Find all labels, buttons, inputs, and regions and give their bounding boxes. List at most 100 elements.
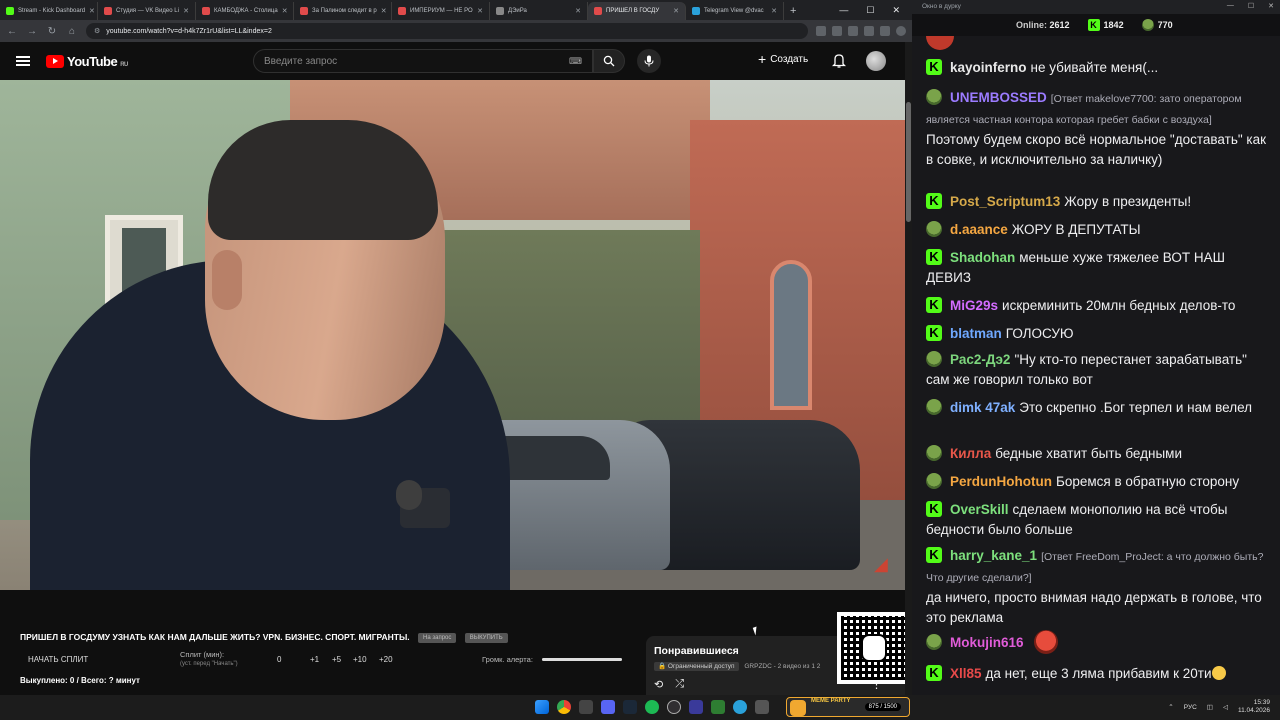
loop-playlist-icon[interactable]: ⟲: [654, 678, 663, 691]
back-icon[interactable]: ←: [6, 26, 18, 37]
maximize-icon[interactable]: ☐: [1248, 2, 1254, 10]
maximize-icon[interactable]: ☐: [866, 5, 874, 16]
discord-icon[interactable]: [601, 700, 615, 714]
kick-viewers-stat: K 1842: [1087, 19, 1124, 31]
site-info-icon[interactable]: ⚙: [94, 27, 100, 35]
url-field[interactable]: ⚙ youtube.com/watch?v=d-h4k7Zr1rU&list=L…: [86, 23, 808, 39]
steam-icon[interactable]: [623, 700, 637, 714]
extension-icon[interactable]: [848, 26, 858, 36]
tab-close-icon[interactable]: ✕: [183, 7, 189, 15]
language-indicator[interactable]: РУС: [1184, 704, 1197, 711]
chat-window-titlebar: Окно в дурку — ☐ ✕: [912, 0, 1280, 14]
chat-message: blatmanГОЛОСУЮ: [926, 324, 1266, 344]
browser-tab[interactable]: За Палином следит в р ✕: [294, 2, 392, 20]
browser-tab[interactable]: Студия — VK Видео Li ✕: [98, 2, 196, 20]
minimize-icon[interactable]: —: [839, 5, 848, 15]
shuffle-icon[interactable]: ⤮: [675, 678, 684, 691]
tab-close-icon[interactable]: ✕: [575, 7, 581, 15]
search-button[interactable]: [593, 49, 625, 73]
account-avatar[interactable]: [866, 51, 886, 71]
video-title: ПРИШЕЛ В ГОСДУМУ УЗНАТЬ КАК НАМ ДАЛЬШЕ Ж…: [20, 632, 508, 643]
browser-tab[interactable]: ДЭиРа ✕: [490, 2, 588, 20]
request-chip[interactable]: На запрос: [418, 632, 457, 643]
minimize-icon[interactable]: —: [1227, 2, 1234, 10]
chat-username[interactable]: UNEMBOSSED: [950, 90, 1047, 105]
close-window-icon[interactable]: ✕: [1268, 2, 1274, 10]
chat-username[interactable]: dimk 47ak: [950, 400, 1015, 415]
network-icon[interactable]: ◫: [1207, 703, 1213, 711]
meme-party-widget[interactable]: MEME PARTY 875 / 1500: [786, 697, 910, 717]
chat-username[interactable]: kayoinferno: [950, 60, 1027, 75]
app-icon[interactable]: [689, 700, 703, 714]
notifications-bell-icon[interactable]: [832, 53, 846, 68]
page-scrollbar[interactable]: [905, 42, 912, 695]
new-tab-button[interactable]: +: [784, 2, 802, 20]
channel-watermark-icon: ◢: [874, 554, 888, 574]
split-add-20-button[interactable]: +20: [379, 655, 393, 664]
chat-message: harry_kane_1[Ответ FreeDom_ProJect: а чт…: [926, 546, 1266, 628]
browser-tab[interactable]: Stream - Kick Dashboard ✕: [0, 2, 98, 20]
chat-username[interactable]: harry_kane_1: [950, 548, 1037, 563]
close-window-icon[interactable]: ✕: [892, 5, 900, 16]
app-icon[interactable]: [755, 700, 769, 714]
tab-close-icon[interactable]: ✕: [771, 7, 777, 15]
app-icon[interactable]: [711, 700, 725, 714]
home-icon[interactable]: ⌂: [66, 26, 78, 37]
chat-username[interactable]: PerdunHohotun: [950, 474, 1052, 489]
start-icon[interactable]: [535, 700, 549, 714]
menu-icon[interactable]: [16, 56, 30, 66]
obs-icon[interactable]: [667, 700, 681, 714]
youtube-logo[interactable]: YouTube RU: [46, 54, 128, 69]
clock[interactable]: 15:39 11.04.2026: [1238, 699, 1270, 715]
split-add-1-button[interactable]: +1: [310, 655, 319, 664]
playlist-title[interactable]: Понравившиеся: [654, 645, 739, 657]
search-input[interactable]: Введите запрос ⌨: [253, 49, 593, 73]
reload-icon[interactable]: ↻: [46, 26, 58, 37]
browser-tab[interactable]: КАМБОДЖА - Столица ✕: [196, 2, 294, 20]
browser-tab[interactable]: ПРИШЕЛ В ГОСДУ ✕: [588, 2, 686, 20]
split-add-5-button[interactable]: +5: [332, 655, 341, 664]
chat-feed[interactable]: kayoinfernoне убивайте меня(... UNEMBOSSE…: [912, 36, 1280, 695]
keyboard-icon[interactable]: ⌨: [569, 56, 582, 67]
scroll-thumb[interactable]: [906, 102, 911, 222]
create-button[interactable]: + Создать: [758, 51, 808, 67]
tab-close-icon[interactable]: ✕: [673, 7, 679, 15]
chat-username[interactable]: Килла: [950, 446, 991, 461]
buy-chip[interactable]: ВЫКУПИТЬ: [464, 632, 508, 643]
profile-icon[interactable]: [896, 26, 906, 36]
start-split-button[interactable]: НАЧАТЬ СПЛИТ: [28, 655, 88, 664]
spotify-icon[interactable]: [645, 700, 659, 714]
forward-icon[interactable]: →: [26, 26, 38, 37]
chat-username[interactable]: Shadohan: [950, 250, 1015, 265]
extension-icon[interactable]: [832, 26, 842, 36]
emote-icon: [926, 36, 954, 50]
tray-icon[interactable]: ⌃: [1168, 703, 1173, 711]
telegram-icon[interactable]: [733, 700, 747, 714]
chat-username[interactable]: Рас2-Дэ2: [950, 352, 1010, 367]
chat-username[interactable]: MiG29s: [950, 298, 998, 313]
alert-volume-slider[interactable]: [542, 658, 622, 661]
chat-message: Xll85да нет, еще 3 ляма прибавим к 20ти: [926, 664, 1266, 684]
tab-close-icon[interactable]: ✕: [89, 7, 95, 15]
youtube-header: YouTube RU Введите запрос ⌨ + Создать: [0, 42, 912, 80]
split-add-10-button[interactable]: +10: [353, 655, 367, 664]
browser-tab[interactable]: ИМПЕРИУМ — НЕ РО ✕: [392, 2, 490, 20]
extension-icon[interactable]: [816, 26, 826, 36]
chat-username[interactable]: blatman: [950, 326, 1002, 341]
voice-search-button[interactable]: [637, 49, 661, 73]
tab-close-icon[interactable]: ✕: [282, 7, 288, 15]
video-player[interactable]: ◢: [0, 80, 905, 590]
tab-close-icon[interactable]: ✕: [477, 7, 483, 15]
chat-username[interactable]: OverSkill: [950, 502, 1009, 517]
browser-tab[interactable]: Telegram View @dvac ✕: [686, 2, 784, 20]
extension-icon[interactable]: [864, 26, 874, 36]
chat-username[interactable]: Mokujin616: [950, 635, 1024, 650]
tab-close-icon[interactable]: ✕: [381, 7, 387, 15]
volume-icon[interactable]: ◁: [1223, 703, 1228, 711]
chat-username[interactable]: d.aaance: [950, 222, 1008, 237]
chat-username[interactable]: Post_Scriptum13: [950, 194, 1060, 209]
app-icon[interactable]: [579, 700, 593, 714]
chrome-icon[interactable]: [557, 700, 571, 714]
chat-username[interactable]: Xll85: [950, 666, 982, 681]
extension-icon[interactable]: [880, 26, 890, 36]
